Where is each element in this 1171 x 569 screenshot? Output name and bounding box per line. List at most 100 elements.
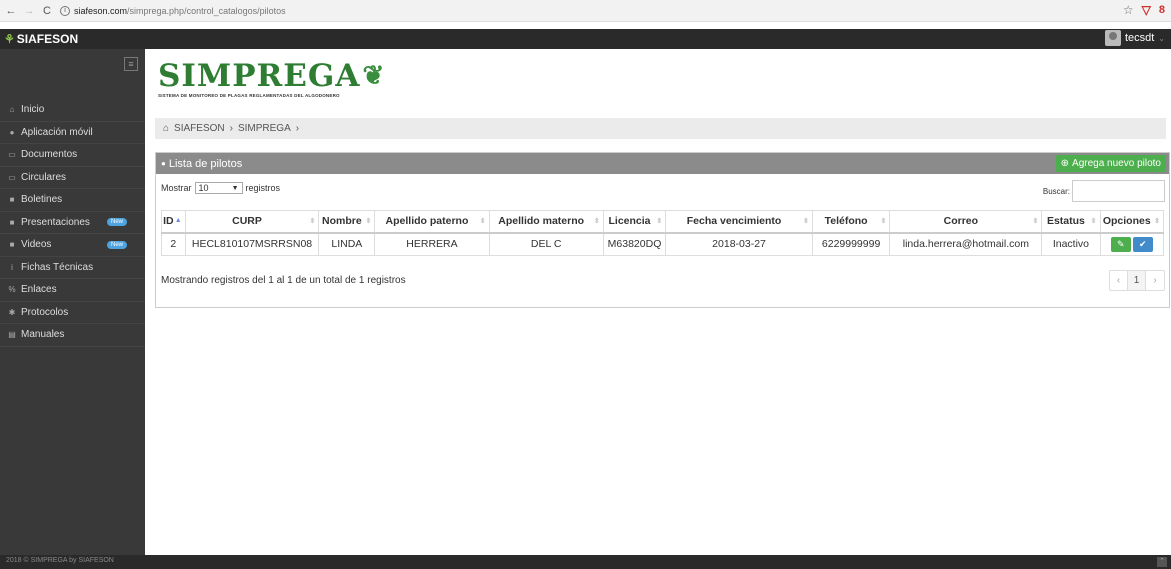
activate-button[interactable]: ✔ bbox=[1132, 236, 1153, 252]
folder-open-icon: ▭ bbox=[8, 172, 16, 182]
sidebar-item-documentos[interactable]: ▭ Documentos bbox=[0, 144, 145, 167]
sidebar-item-aplicación-móvil[interactable]: ● Aplicación móvil bbox=[0, 122, 145, 144]
options-cell: ✎ ✔ bbox=[1099, 232, 1165, 256]
table-body: 2 HECL810107MSRRSN08 LINDA HERRERA DEL C M638… bbox=[161, 232, 1165, 256]
mobile-icon: ● bbox=[9, 127, 15, 137]
breadcrumb-item-simprega[interactable]: SIMPREGA bbox=[238, 123, 291, 134]
column-header[interactable]: Estatus ⬍ bbox=[1041, 210, 1101, 234]
column-header[interactable]: Licencia ⬍ bbox=[602, 210, 667, 234]
column-header[interactable]: Nombre ⬍ bbox=[318, 210, 376, 234]
column-header[interactable]: Apellido paterno ⬍ bbox=[374, 210, 490, 234]
edit-button[interactable]: ✎ bbox=[1110, 236, 1131, 252]
search-input[interactable] bbox=[1072, 180, 1165, 202]
table-cell: HECL810107MSRRSN08 bbox=[184, 232, 320, 256]
sidebar-item-manuales[interactable]: ▤ Manuales bbox=[0, 324, 145, 347]
search-label: Buscar: bbox=[1042, 186, 1070, 196]
sidebar-item-label: Circulares bbox=[21, 171, 67, 183]
reload-icon[interactable]: C bbox=[40, 5, 54, 17]
circle-icon: ● bbox=[161, 159, 166, 168]
column-header-label: Fecha vencimiento bbox=[686, 215, 782, 228]
page-number[interactable]: 1 bbox=[1128, 271, 1146, 290]
column-header[interactable]: ID ▲ bbox=[161, 210, 186, 234]
book-icon: ▤ bbox=[8, 330, 16, 340]
page-length-value: 10 bbox=[198, 183, 209, 193]
extension-icon[interactable]: 8 bbox=[1159, 4, 1165, 16]
forward-icon[interactable]: → bbox=[22, 5, 36, 17]
sidebar-item-inicio[interactable]: ⌂ Inicio bbox=[0, 99, 145, 122]
table-header-row: ID ▲ CURP ⬍ Nombre ⬍ Apellido paterno ⬍ Apellido… bbox=[161, 210, 1165, 234]
breadcrumb-separator: › bbox=[295, 123, 300, 134]
scroll-up-icon[interactable]: ⌃ bbox=[1157, 557, 1167, 567]
url-host: siafeson.com bbox=[74, 5, 128, 16]
avatar bbox=[1104, 30, 1121, 46]
plus-circle-icon: ⊕ bbox=[1060, 158, 1070, 169]
shield-icon[interactable]: ▽ bbox=[1142, 3, 1151, 17]
user-menu[interactable]: tecsdt ⌄ bbox=[1104, 30, 1165, 46]
table-cell: Inactivo bbox=[1041, 232, 1101, 256]
video-icon: ■ bbox=[9, 240, 15, 250]
page-length-control: Mostrar 10 ▼ registros bbox=[161, 182, 280, 194]
column-header-label: Apellido paterno bbox=[385, 215, 469, 228]
sidebar-item-label: Documentos bbox=[21, 149, 78, 161]
sort-icon: ⬍ bbox=[1154, 218, 1160, 225]
sidebar-item-label: Enlaces bbox=[21, 284, 57, 296]
sidebar-item-presentaciones[interactable]: ■ Presentaciones New bbox=[0, 212, 145, 234]
column-header[interactable]: CURP ⬍ bbox=[184, 210, 320, 234]
app-topbar: ⚘ SIAFESON tecsdt ⌄ bbox=[0, 29, 1171, 49]
brand-logo-icon: ⚘ bbox=[4, 32, 15, 46]
sidebar-item-videos[interactable]: ■ Videos New bbox=[0, 234, 145, 257]
sidebar-item-protocolos[interactable]: ✱ Protocolos bbox=[0, 302, 145, 324]
sidebar-item-fichas-técnicas[interactable]: i Fichas Técnicas bbox=[0, 257, 145, 279]
sidebar-item-label: Fichas Técnicas bbox=[21, 261, 94, 273]
url-path: /simprega.php/control_catalogos/pilotos bbox=[127, 5, 286, 16]
table-cell: 6229999999 bbox=[811, 232, 891, 256]
logo-word: SIMPREGA bbox=[158, 58, 361, 94]
sidebar: ≡ ⌂ Inicio ● Aplicación móvil ▭ Documentos ▭ Ci… bbox=[0, 49, 145, 555]
address-bar[interactable]: i siafeson.com/simprega.php/control_cata… bbox=[60, 5, 286, 16]
column-header-label: Correo bbox=[943, 215, 979, 228]
info-icon[interactable]: i bbox=[60, 5, 70, 16]
sort-icon: ▲ bbox=[174, 217, 182, 224]
show-suffix: registros bbox=[245, 183, 281, 193]
column-header-label: Teléfono bbox=[824, 215, 868, 228]
panel-header: ● Lista de pilotos ⊕ Agrega nuevo piloto bbox=[156, 153, 1169, 174]
sidebar-toggle-icon[interactable]: ≡ bbox=[124, 57, 138, 71]
table-cell: 2018-03-27 bbox=[665, 232, 813, 256]
column-header-label: Apellido materno bbox=[498, 215, 585, 228]
add-pilot-button[interactable]: ⊕ Agrega nuevo piloto bbox=[1055, 155, 1166, 172]
next-page-icon[interactable]: › bbox=[1146, 271, 1164, 290]
sort-icon: ⬍ bbox=[656, 218, 663, 225]
table-cell: LINDA bbox=[318, 232, 376, 256]
table-cell: linda.herrera@hotmail.com bbox=[889, 232, 1043, 256]
bookmark-star-icon[interactable]: ☆ bbox=[1123, 3, 1134, 17]
table-cell: 2 bbox=[161, 232, 186, 256]
info-icon: i bbox=[11, 262, 13, 272]
sidebar-item-label: Manuales bbox=[21, 329, 65, 341]
column-header-label: Opciones bbox=[1102, 215, 1151, 228]
add-pilot-label: Agrega nuevo piloto bbox=[1072, 158, 1161, 169]
file-icon: ■ bbox=[9, 195, 15, 205]
column-header[interactable]: Correo ⬍ bbox=[889, 210, 1043, 234]
column-header[interactable]: Opciones ⬍ bbox=[1099, 210, 1165, 234]
brand-name: SIAFESON bbox=[16, 32, 79, 46]
sidebar-item-boletines[interactable]: ■ Boletines bbox=[0, 189, 145, 212]
home-icon: ⌂ bbox=[163, 123, 170, 134]
sort-icon: ⬍ bbox=[593, 218, 600, 225]
sort-icon: ⬍ bbox=[365, 218, 372, 225]
back-icon[interactable]: ← bbox=[4, 5, 18, 17]
sort-icon: ⬍ bbox=[880, 218, 887, 225]
sidebar-item-circulares[interactable]: ▭ Circulares bbox=[0, 167, 145, 189]
prev-page-icon[interactable]: ‹ bbox=[1110, 271, 1128, 290]
pilots-panel: ● Lista de pilotos ⊕ Agrega nuevo piloto… bbox=[155, 152, 1170, 308]
column-header[interactable]: Apellido materno ⬍ bbox=[488, 210, 604, 234]
sort-icon: ⬍ bbox=[802, 218, 809, 225]
footer: 2018 © SIMPREGA by SIAFESON ⌃ bbox=[0, 555, 1171, 569]
table-info: Mostrando registros del 1 al 1 de un tot… bbox=[161, 275, 406, 286]
column-header[interactable]: Teléfono ⬍ bbox=[811, 210, 891, 234]
sidebar-item-label: Videos bbox=[21, 239, 52, 251]
brand[interactable]: ⚘ SIAFESON bbox=[4, 32, 78, 46]
column-header[interactable]: Fecha vencimiento ⬍ bbox=[665, 210, 813, 234]
sidebar-item-enlaces[interactable]: % Enlaces bbox=[0, 279, 145, 302]
breadcrumb-item-siafeson[interactable]: SIAFESON bbox=[174, 123, 225, 134]
page-length-select[interactable]: 10 ▼ bbox=[194, 182, 243, 194]
